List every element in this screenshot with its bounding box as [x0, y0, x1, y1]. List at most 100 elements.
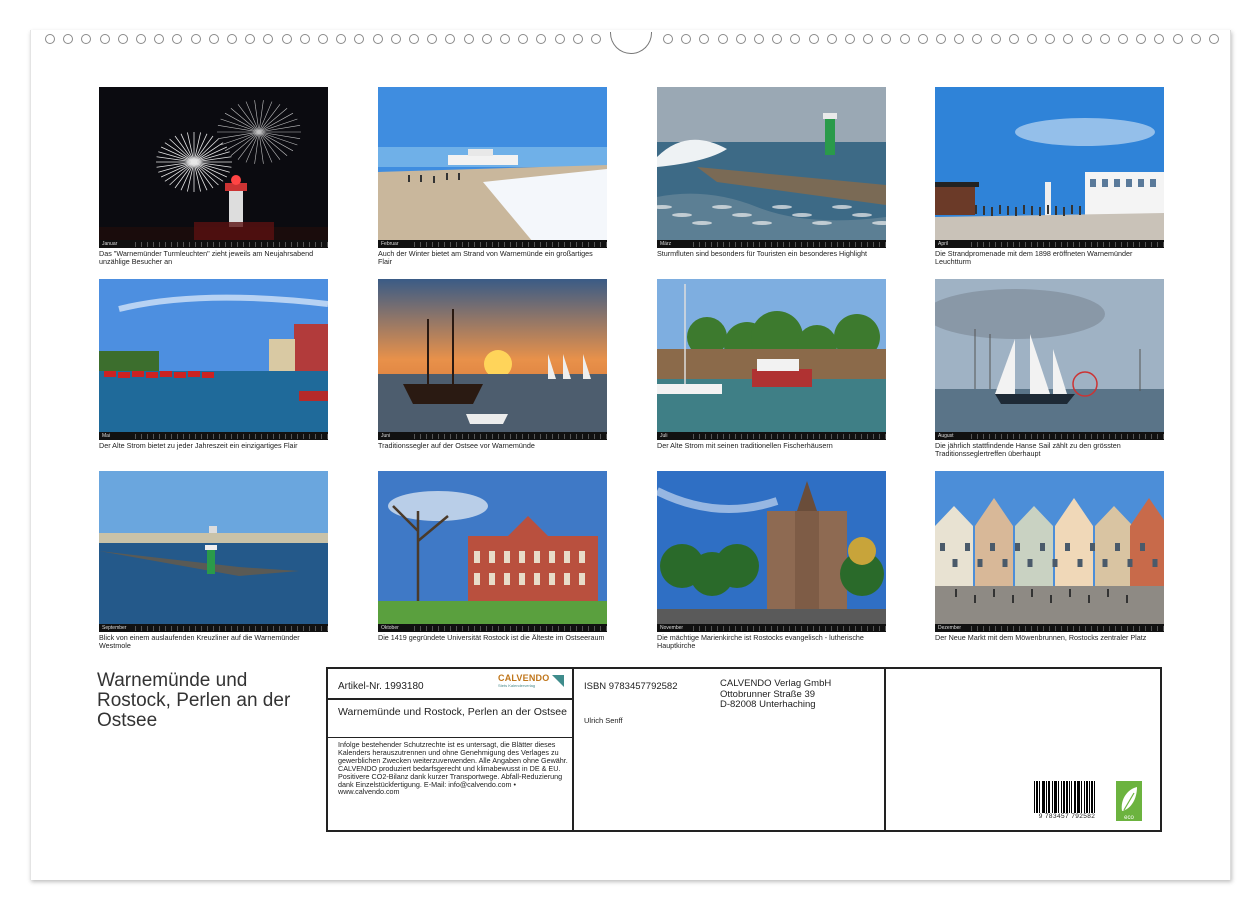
calvendo-logo: CALVENDO Stets Kalenderverlag	[498, 673, 564, 693]
subtitle-text: Warnemünde und Rostock, Perlen an der Os…	[338, 707, 568, 718]
author-name: Ulrich Senff	[584, 716, 623, 725]
month-label: Mai	[102, 433, 132, 439]
binding-ring	[1100, 34, 1110, 44]
publisher-info-box: Artikel-Nr. 1993180 CALVENDO Stets Kalen…	[326, 667, 1162, 832]
binding-ring	[427, 34, 437, 44]
month-label: Januar	[102, 241, 132, 247]
month-date-strip: Dezember	[935, 624, 1164, 632]
day-cells	[693, 242, 886, 247]
binding-ring	[555, 34, 565, 44]
photo-caption: Der Neue Markt mit dem Möwenbrunnen, Ros…	[935, 634, 1164, 642]
legal-notice: Infolge bestehender Schutzrechte ist es …	[338, 741, 570, 796]
binding-ring	[954, 34, 964, 44]
day-cells	[693, 626, 886, 631]
binding-ring	[681, 34, 691, 44]
month-label: März	[660, 241, 690, 247]
binding-ring	[282, 34, 292, 44]
photo-caption: Das "Warnemünder Turmleuchten" zieht jew…	[99, 250, 328, 266]
day-cells	[135, 626, 328, 631]
binding-ring	[790, 34, 800, 44]
article-row: Artikel-Nr. 1993180 CALVENDO Stets Kalen…	[328, 669, 572, 700]
binding-ring	[1045, 34, 1055, 44]
binding-ring	[518, 34, 528, 44]
month-photo-juli: Juli	[657, 279, 886, 440]
month-date-strip: Februar	[378, 240, 607, 248]
binding-ring	[336, 34, 346, 44]
binding-ring	[827, 34, 837, 44]
binding-ring	[881, 34, 891, 44]
photo-caption: Die 1419 gegründete Universität Rostock …	[378, 634, 607, 642]
photo-caption: Die Strandpromenade mit dem 1898 eröffne…	[935, 250, 1164, 266]
binding-ring	[1154, 34, 1164, 44]
month-date-strip: Juni	[378, 432, 607, 440]
photo-caption: Traditionssegler auf der Ostsee vor Warn…	[378, 442, 607, 450]
binding-ring	[318, 34, 328, 44]
binding-ring	[1173, 34, 1183, 44]
binding-ring	[918, 34, 928, 44]
day-cells	[693, 434, 886, 439]
month-date-strip: April	[935, 240, 1164, 248]
binding-ring	[500, 34, 510, 44]
binding-ring	[809, 34, 819, 44]
month-date-strip: Oktober	[378, 624, 607, 632]
month-photo-mai: Mai	[99, 279, 328, 440]
photo-caption: Blick von einem auslaufenden Kreuzliner …	[99, 634, 328, 650]
svg-text:eco: eco	[1124, 815, 1134, 821]
month-photo-dezember: Dezember	[935, 471, 1164, 632]
month-label: September	[102, 625, 132, 631]
binding-ring	[354, 34, 364, 44]
month-photo-märz: März	[657, 87, 886, 248]
publisher-address: CALVENDO Verlag GmbH Ottobrunner Straße …	[720, 679, 831, 711]
month-photo-februar: Februar	[378, 87, 607, 248]
binding-ring	[391, 34, 401, 44]
hanger-hook	[610, 32, 652, 54]
calendar-title: Warnemünde und Rostock, Perlen an der Os…	[97, 671, 297, 731]
binding-ring	[1027, 34, 1037, 44]
binding-ring	[718, 34, 728, 44]
day-cells	[414, 242, 607, 247]
barcode-number: 9 783457 792582	[1034, 813, 1100, 820]
month-photo-juni: Juni	[378, 279, 607, 440]
eco-badge: eco	[1116, 781, 1142, 821]
day-cells	[135, 242, 328, 247]
photo-caption: Die jährlich stattfindende Hanse Sail zä…	[935, 442, 1164, 458]
day-cells	[971, 626, 1164, 631]
binding-ring	[736, 34, 746, 44]
month-photo-august: August	[935, 279, 1164, 440]
month-label: Juni	[381, 433, 411, 439]
binding-ring	[300, 34, 310, 44]
binding-ring	[118, 34, 128, 44]
binding-ring	[900, 34, 910, 44]
binding-ring	[45, 34, 55, 44]
binding-ring	[245, 34, 255, 44]
binding-ring	[445, 34, 455, 44]
month-photo-oktober: Oktober	[378, 471, 607, 632]
binding-ring	[536, 34, 546, 44]
binding-ring	[845, 34, 855, 44]
binding-ring	[191, 34, 201, 44]
binding-ring	[263, 34, 273, 44]
month-photo-april: April	[935, 87, 1164, 248]
binding-ring	[991, 34, 1001, 44]
binding-ring	[154, 34, 164, 44]
day-cells	[414, 626, 607, 631]
spiral-binding	[31, 34, 1230, 50]
binding-ring	[172, 34, 182, 44]
month-label: Oktober	[381, 625, 411, 631]
binding-ring	[699, 34, 709, 44]
month-label: April	[938, 241, 968, 247]
binding-ring	[373, 34, 383, 44]
binding-ring	[936, 34, 946, 44]
binding-ring	[573, 34, 583, 44]
photo-caption: Die mächtige Marienkirche ist Rostocks e…	[657, 634, 886, 650]
month-photo-november: November	[657, 471, 886, 632]
binding-ring	[663, 34, 673, 44]
month-label: August	[938, 433, 968, 439]
binding-ring	[1118, 34, 1128, 44]
binding-ring	[81, 34, 91, 44]
binding-ring	[209, 34, 219, 44]
binding-ring	[482, 34, 492, 44]
article-number: Artikel-Nr. 1993180	[338, 681, 424, 692]
binding-ring	[1009, 34, 1019, 44]
binding-ring	[100, 34, 110, 44]
